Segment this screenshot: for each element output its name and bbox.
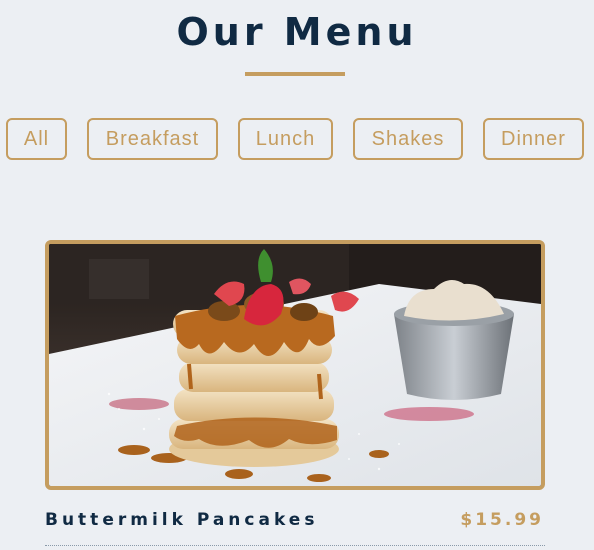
filter-button-breakfast[interactable]: Breakfast: [87, 118, 218, 160]
filter-button-dinner[interactable]: Dinner: [483, 118, 584, 160]
menu-item-price: $15.99: [460, 510, 544, 530]
filter-button-lunch[interactable]: Lunch: [238, 118, 333, 160]
filter-button-shakes[interactable]: Shakes: [353, 118, 463, 160]
title-underline: [245, 72, 345, 76]
menu-item-photo: [45, 240, 545, 490]
menu-item-name: Buttermilk Pancakes: [45, 510, 319, 530]
page-title: Our Menu: [176, 10, 418, 54]
filter-button-all[interactable]: All: [6, 118, 67, 160]
menu-item-divider: [45, 545, 545, 546]
